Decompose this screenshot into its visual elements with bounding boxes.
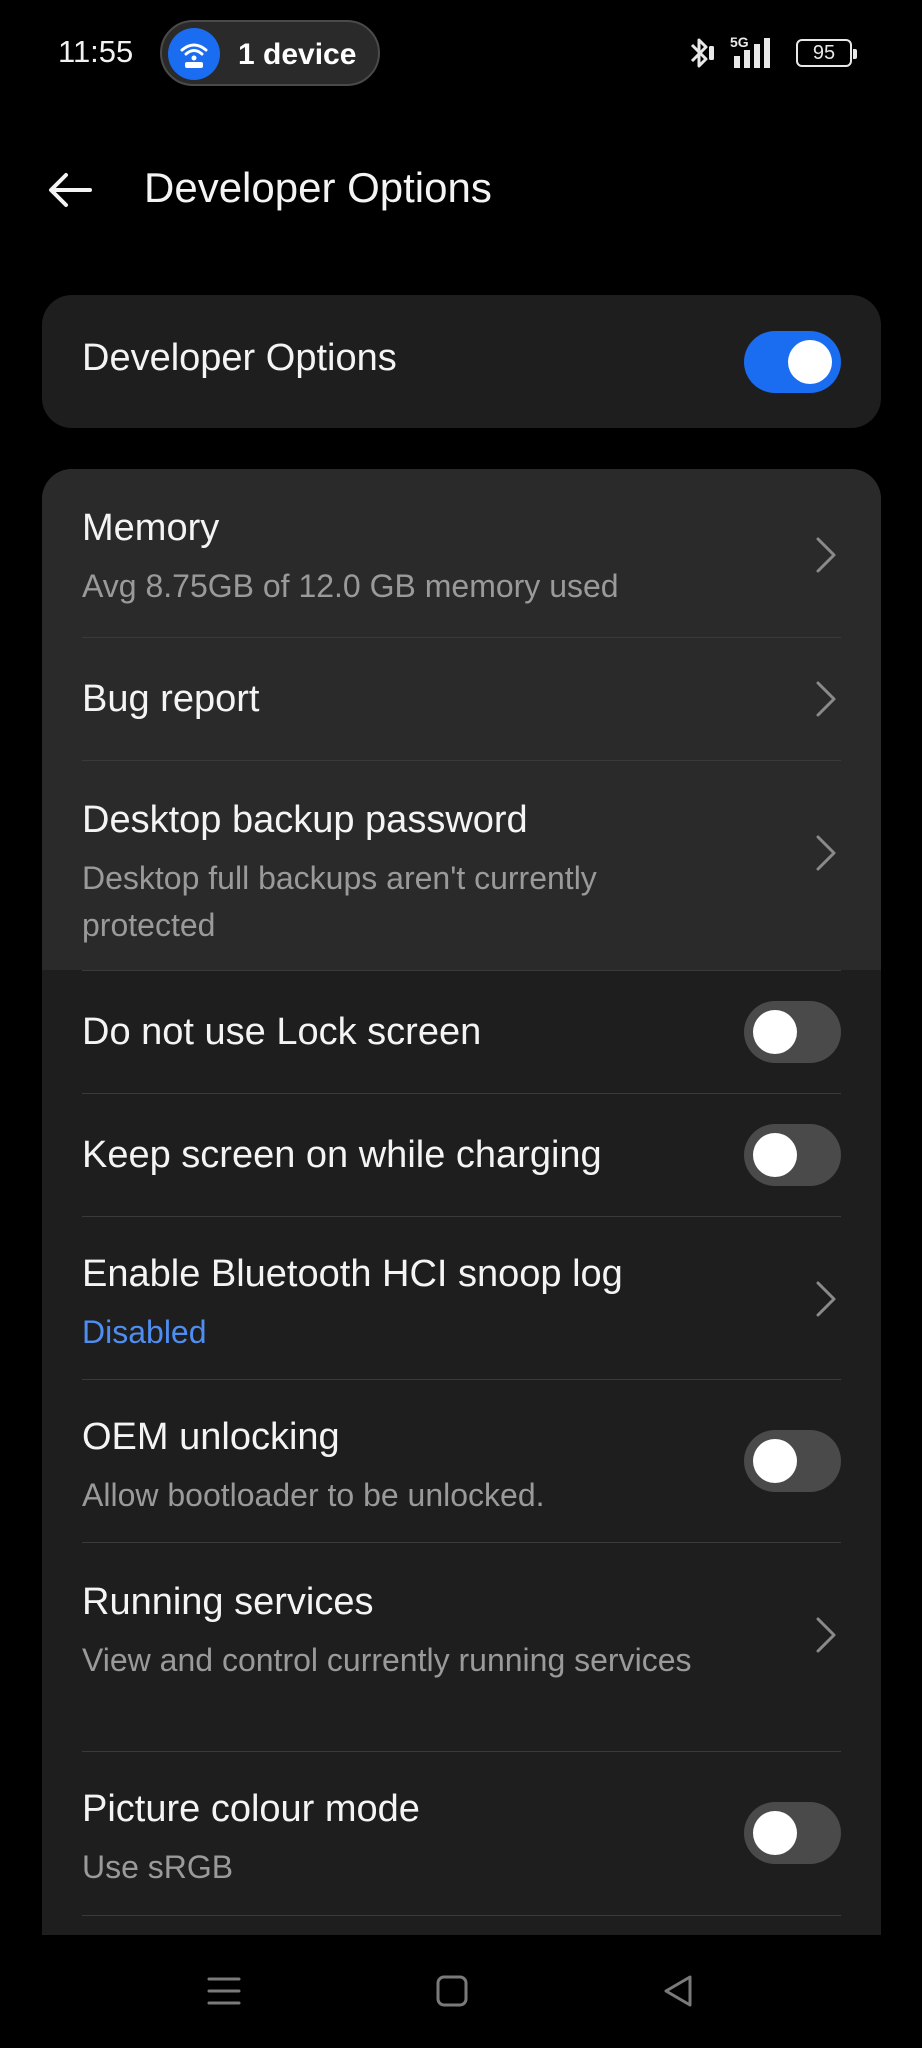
chevron-right-icon: [816, 835, 836, 871]
toggle-knob: [753, 1133, 797, 1177]
list-item-title: OEM unlocking: [82, 1416, 340, 1458]
page-title: Developer Options: [144, 164, 492, 211]
settings-list: Memory Avg 8.75GB of 12.0 GB memory used…: [42, 469, 881, 2048]
hotspot-label: 1 device: [238, 38, 357, 71]
list-item-subtitle: Desktop full backups aren't currently pr…: [82, 860, 597, 943]
toggle-knob: [753, 1439, 797, 1483]
list-item-desktop-backup-password[interactable]: Desktop backup password Desktop full bac…: [42, 761, 881, 970]
battery-icon: 95: [796, 39, 857, 67]
battery-level: 95: [812, 42, 836, 64]
toggle-knob: [753, 1811, 797, 1855]
chevron-right-icon: [816, 1281, 836, 1317]
developer-options-master-card[interactable]: Developer Options: [42, 295, 881, 428]
hotspot-chip[interactable]: 1 device: [160, 20, 380, 86]
list-item-title: Memory: [82, 507, 220, 549]
keep-screen-on-toggle[interactable]: [744, 1124, 841, 1186]
back-triangle-icon[interactable]: [660, 1971, 696, 2011]
oem-unlocking-toggle[interactable]: [744, 1430, 841, 1492]
list-item-subtitle: Allow bootloader to be unlocked.: [82, 1477, 545, 1513]
picture-colour-mode-toggle[interactable]: [744, 1802, 841, 1864]
list-item-running-services[interactable]: Running services View and control curren…: [42, 1543, 881, 1752]
list-item-oem-unlocking[interactable]: OEM unlocking Allow bootloader to be unl…: [42, 1380, 881, 1543]
list-item-bug-report[interactable]: Bug report: [42, 638, 881, 760]
header: Developer Options: [0, 150, 922, 230]
list-item-keep-screen-on[interactable]: Keep screen on while charging: [42, 1094, 881, 1216]
list-item-title: Desktop backup password: [82, 799, 528, 841]
list-item-picture-colour-mode[interactable]: Picture colour mode Use sRGB: [42, 1752, 881, 1915]
list-item-memory[interactable]: Memory Avg 8.75GB of 12.0 GB memory used: [42, 469, 881, 638]
hotspot-icon: [168, 28, 220, 80]
lock-screen-toggle[interactable]: [744, 1001, 841, 1063]
list-item-title: Picture colour mode: [82, 1788, 420, 1830]
developer-options-master-label: Developer Options: [82, 337, 397, 379]
signal-icon: 5G: [730, 34, 782, 70]
list-item-title: Enable Bluetooth HCI snoop log: [82, 1253, 623, 1295]
divider: [82, 1915, 841, 1916]
list-item-subtitle: Use sRGB: [82, 1849, 234, 1885]
list-item-title: Do not use Lock screen: [82, 1011, 482, 1053]
developer-options-master-row[interactable]: Developer Options: [42, 295, 881, 428]
chevron-right-icon: [816, 537, 836, 573]
list-item-title: Keep screen on while charging: [82, 1134, 602, 1176]
list-item-status: Disabled: [82, 1314, 207, 1350]
list-item-title: Running services: [82, 1581, 374, 1623]
home-square-icon[interactable]: [434, 1971, 470, 2011]
list-item-title: Bug report: [82, 678, 260, 720]
back-button[interactable]: [42, 162, 98, 218]
back-arrow-icon: [49, 173, 92, 207]
menu-icon[interactable]: [206, 1971, 242, 2011]
toggle-knob: [788, 340, 832, 384]
list-item-do-not-use-lock-screen[interactable]: Do not use Lock screen: [42, 971, 881, 1093]
toggle-knob: [753, 1010, 797, 1054]
developer-options-master-toggle[interactable]: [744, 331, 841, 393]
chevron-right-icon: [816, 1617, 836, 1653]
navigation-bar: [0, 1935, 922, 2048]
chevron-right-icon: [816, 681, 836, 717]
bluetooth-icon: [690, 38, 714, 68]
list-item-subtitle: Avg 8.75GB of 12.0 GB memory used: [82, 568, 619, 604]
status-time: 11:55: [58, 34, 134, 69]
list-item-subtitle: View and control currently running servi…: [82, 1642, 692, 1678]
list-item-bluetooth-hci-snoop-log[interactable]: Enable Bluetooth HCI snoop log Disabled: [42, 1217, 881, 1380]
status-bar: 11:55 1 device 5G 95: [0, 0, 922, 106]
status-icons: 5G 95: [686, 34, 857, 70]
